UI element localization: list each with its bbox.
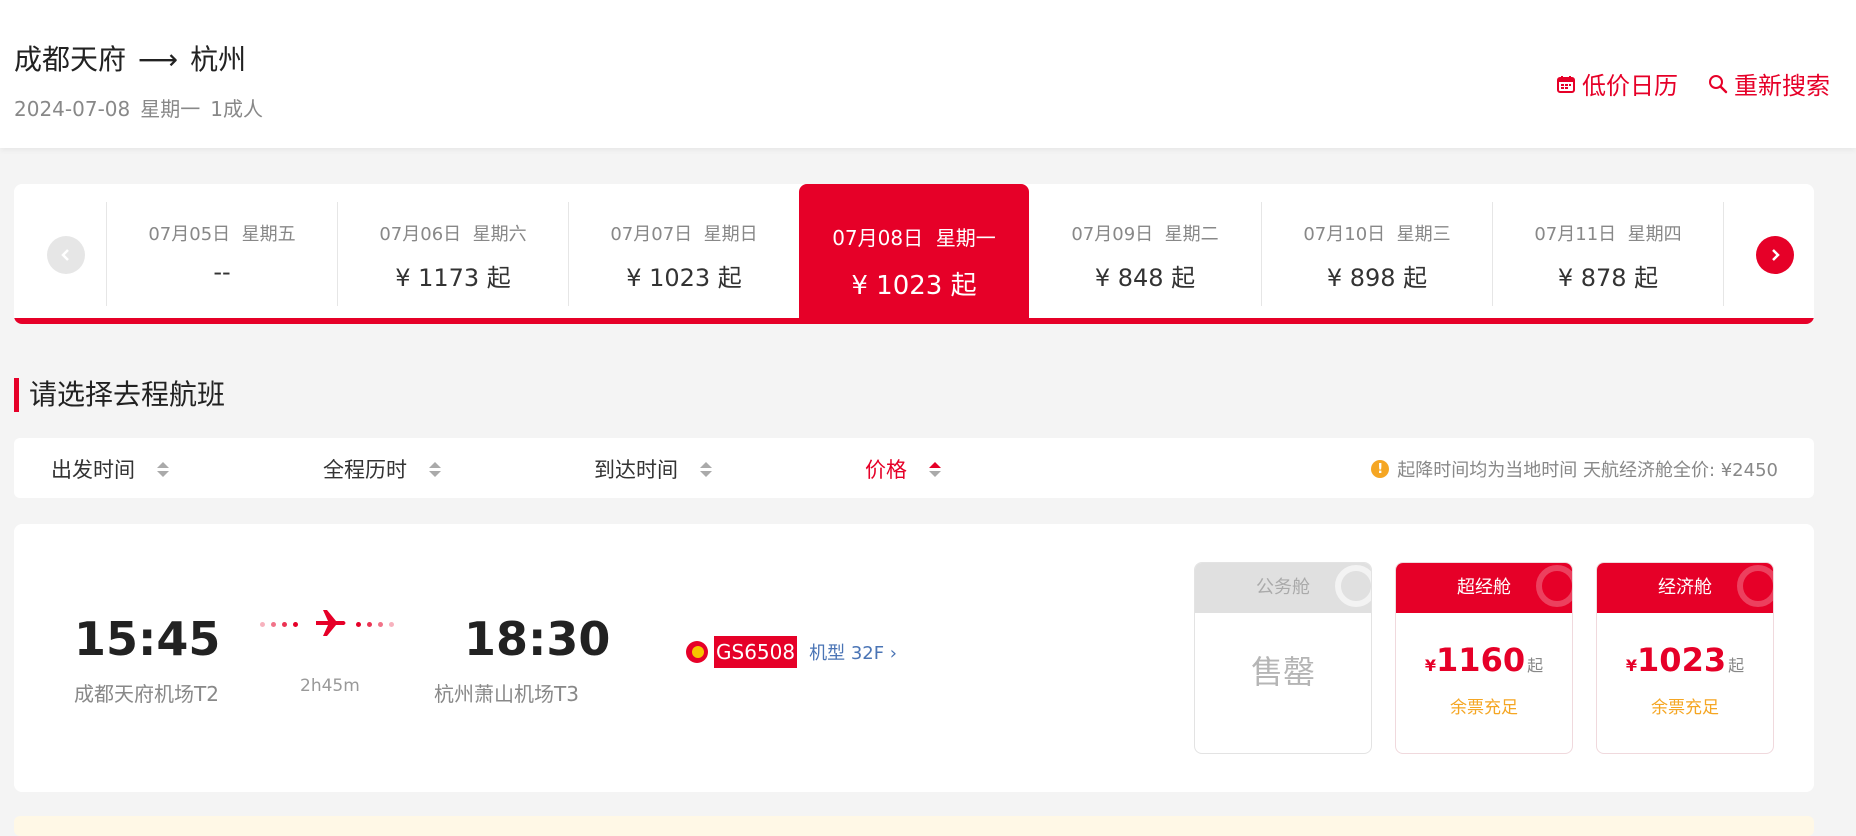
low-price-calendar-button[interactable]: 低价日历 <box>1556 66 1678 101</box>
date-tab-date: 07月06日 星期六 <box>379 224 527 245</box>
date-tab[interactable]: 07月10日 星期三 ¥ 898 起 <box>1261 202 1492 306</box>
search-header: 成都天府 ⟶ 杭州 2024-07-08 星期一 1成人 低价日历 重新搜索 <box>0 0 1856 148</box>
aircraft-model-link[interactable]: 机型 32F › <box>809 639 897 665</box>
date-tab-date: 07月11日 星期四 <box>1534 224 1682 245</box>
arrive-airport: 杭州萧山机场T3 <box>434 682 579 706</box>
cabin-name: 经济舱 <box>1658 577 1712 598</box>
research-button[interactable]: 重新搜索 <box>1708 66 1830 101</box>
cabin-header: 经济舱 <box>1597 563 1773 613</box>
date-tab-date: 07月05日 星期五 <box>148 224 296 245</box>
fare-notice-text: 起降时间均为当地时间 天航经济舱全价: ¥2450 <box>1397 460 1778 481</box>
prev-week-button[interactable] <box>47 236 85 274</box>
date-tab-price: ¥ 898 起 <box>1326 264 1428 292</box>
sort-arrive-time[interactable]: 到达时间 <box>594 454 712 484</box>
cabin-deco-icon <box>1536 565 1572 607</box>
sort-bar: 出发时间 全程历时 到达时间 价格 ! 起降时间均为当地时间 天航经济舱全价: … <box>14 438 1814 498</box>
cabin-name: 公务舱 <box>1256 577 1310 598</box>
cabin-header: 公务舱 <box>1195 563 1371 613</box>
cabin-deco-icon <box>1737 565 1773 607</box>
date-tab-price: -- <box>213 258 231 286</box>
sort-price-label: 价格 <box>865 458 907 482</box>
trip-summary: 2024-07-08 星期一 1成人 <box>14 93 273 122</box>
stock-status: 余票充足 <box>1450 698 1518 718</box>
date-tab-price: ¥ 1023 起 <box>851 271 977 301</box>
research-label: 重新搜索 <box>1734 72 1830 100</box>
route-title: 成都天府 ⟶ 杭州 <box>14 38 246 78</box>
flight-number-block: GS6508 机型 32F › <box>686 636 897 668</box>
sort-price[interactable]: 价格 <box>865 454 941 484</box>
fare-notice: ! 起降时间均为当地时间 天航经济舱全价: ¥2450 <box>1371 456 1778 482</box>
date-tab-price: ¥ 1173 起 <box>395 264 511 292</box>
date-tab[interactable]: 07月11日 星期四 ¥ 878 起 <box>1492 202 1724 306</box>
sort-depart-time[interactable]: 出发时间 <box>51 454 169 484</box>
origin-city: 成都天府 <box>14 43 127 76</box>
date-tab-price: ¥ 1023 起 <box>626 264 742 292</box>
depart-time: 15:45 <box>74 612 221 666</box>
calendar-icon <box>1557 75 1575 93</box>
flight-number: GS6508 <box>714 636 798 668</box>
section-title: 请选择去程航班 <box>14 378 225 412</box>
chevron-left-icon <box>61 249 69 261</box>
cabin-deco-icon <box>1335 565 1371 607</box>
cabin-price: ¥1023 起 <box>1625 641 1745 679</box>
airline-logo-icon <box>686 641 708 663</box>
sort-arrive-label: 到达时间 <box>594 458 678 482</box>
cabin-economy[interactable]: 经济舱 ¥1023 起 余票充足 <box>1596 562 1774 754</box>
date-tab[interactable]: 07月09日 星期二 ¥ 848 起 <box>1030 202 1260 306</box>
sort-arrows-icon <box>700 461 712 477</box>
sold-out-label: 售罄 <box>1250 653 1315 691</box>
cabin-price: ¥1160 起 <box>1424 641 1544 679</box>
info-icon: ! <box>1371 460 1390 478</box>
low-price-calendar-label: 低价日历 <box>1582 72 1678 100</box>
sort-depart-label: 出发时间 <box>51 458 135 482</box>
date-tab[interactable]: 07月05日 星期五 -- <box>106 202 337 306</box>
chevron-right-icon <box>1772 249 1780 261</box>
sort-duration[interactable]: 全程历时 <box>323 454 441 484</box>
flight-duration: 2h45m <box>300 676 360 696</box>
passenger-count: 1成人 <box>210 97 263 121</box>
sort-duration-label: 全程历时 <box>323 458 407 482</box>
depart-airport: 成都天府机场T2 <box>74 682 219 706</box>
date-tab-selected[interactable]: 07月08日 星期一 ¥ 1023 起 <box>799 184 1029 318</box>
cabin-premium-economy[interactable]: 超经舱 ¥1160 起 余票充足 <box>1395 562 1573 754</box>
sort-arrows-icon <box>929 461 941 477</box>
destination-city: 杭州 <box>190 43 247 76</box>
date-tab-price: ¥ 848 起 <box>1094 264 1196 292</box>
stock-status: 余票充足 <box>1651 698 1719 718</box>
cabin-business: 公务舱 售罄 <box>1194 562 1372 754</box>
sort-arrows-icon <box>157 461 169 477</box>
arrive-time: 18:30 <box>464 612 611 666</box>
date-selector: 07月05日 星期五 -- 07月06日 星期六 ¥ 1173 起 07月07日… <box>14 184 1814 324</box>
route-dots-left <box>260 622 298 627</box>
date-tab-date: 07月08日 星期一 <box>832 226 996 250</box>
date-tab-date: 07月09日 星期二 <box>1071 224 1219 245</box>
cabin-name: 超经舱 <box>1457 577 1511 598</box>
trip-weekday: 星期一 <box>140 97 201 121</box>
date-tab[interactable]: 07月06日 星期六 ¥ 1173 起 <box>337 202 568 306</box>
route-arrow: ⟶ <box>138 43 179 76</box>
next-card-strip <box>14 816 1814 836</box>
search-icon <box>1709 74 1728 93</box>
cabin-header: 超经舱 <box>1396 563 1572 613</box>
next-week-button[interactable] <box>1756 236 1794 274</box>
route-dots-right <box>356 622 394 627</box>
trip-date: 2024-07-08 <box>14 97 131 121</box>
date-tab-price: ¥ 878 起 <box>1557 264 1659 292</box>
date-tab-date: 07月10日 星期三 <box>1303 224 1451 245</box>
date-tab[interactable]: 07月07日 星期日 ¥ 1023 起 <box>568 202 799 306</box>
date-bar-underline <box>14 318 1814 324</box>
date-tab-date: 07月07日 星期日 <box>610 224 758 245</box>
sort-arrows-icon <box>429 461 441 477</box>
flight-card[interactable]: 15:45 成都天府机场T2 2h45m 18:30 杭州萧山机场T3 GS65… <box>14 524 1814 792</box>
airplane-icon <box>316 610 346 636</box>
